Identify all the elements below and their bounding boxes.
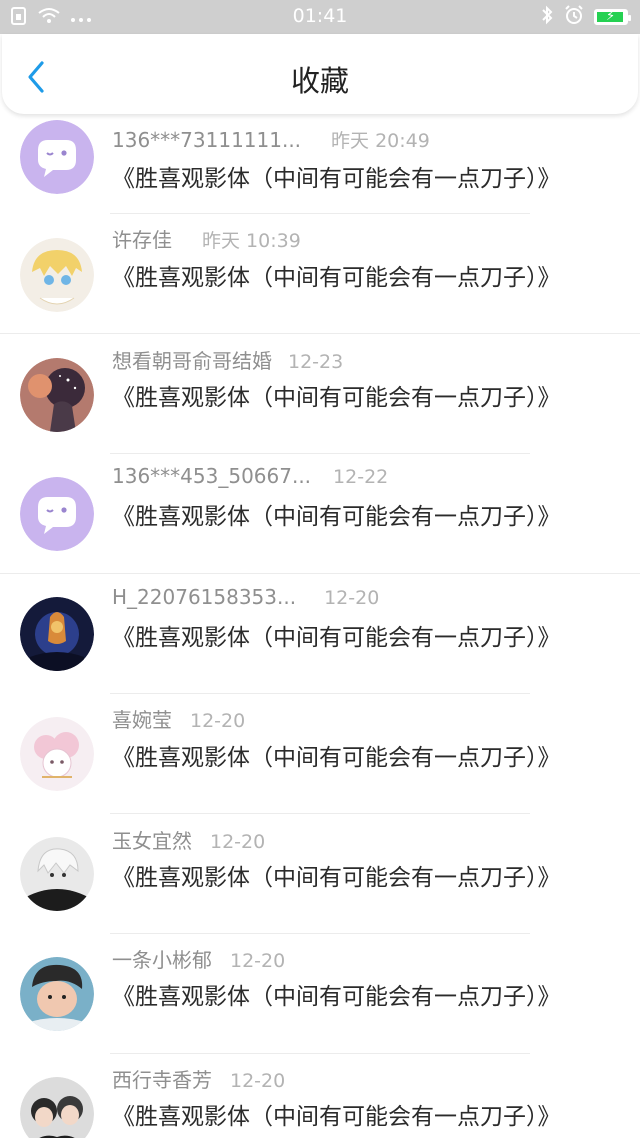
list-item[interactable]: 玉女宜然 12-20 《胜喜观影体（中间有可能会有一点刀子）》: [0, 814, 640, 934]
battery-icon: ⚡: [594, 9, 631, 25]
post-title: 《胜喜观影体（中间有可能会有一点刀子）》: [112, 504, 561, 530]
post-title: 《胜喜观影体（中间有可能会有一点刀子）》: [112, 166, 561, 192]
two-people-avatar-icon: [20, 1077, 94, 1138]
timestamp: 12-20: [324, 587, 380, 609]
boy-photo-avatar-icon: [20, 957, 94, 1031]
avatar[interactable]: [20, 837, 94, 911]
list-item[interactable]: H_22076158353... 12-20 《胜喜观影体（中间有可能会有一点刀…: [0, 574, 640, 694]
list-item[interactable]: 136***453_50667... 12-22 《胜喜观影体（中间有可能会有一…: [0, 454, 640, 574]
post-title: 《胜喜观影体（中间有可能会有一点刀子）》: [112, 265, 561, 291]
sender-name: 许存佳: [112, 228, 172, 252]
sender-name: 136***453_50667...: [112, 464, 312, 488]
post-title: 《胜喜观影体（中间有可能会有一点刀子）》: [112, 745, 561, 771]
post-title: 《胜喜观影体（中间有可能会有一点刀子）》: [112, 865, 561, 891]
timestamp: 12-20: [230, 1070, 286, 1092]
white-hair-avatar-icon: [20, 837, 94, 911]
list-item[interactable]: 想看朝哥俞哥结婚 12-23 《胜喜观影体（中间有可能会有一点刀子）》: [0, 334, 640, 454]
app-header: 收藏: [2, 34, 638, 114]
dark-night-avatar-icon: [20, 597, 94, 671]
sender-name: 一条小彬郁: [112, 948, 212, 972]
page-title: 收藏: [290, 64, 349, 98]
list-item[interactable]: 喜婉莹 12-20 《胜喜观影体（中间有可能会有一点刀子）》: [0, 694, 640, 814]
sender-name: H_22076158353...: [112, 585, 297, 609]
list-item[interactable]: 一条小彬郁 12-20 《胜喜观影体（中间有可能会有一点刀子）》: [0, 934, 640, 1054]
timestamp: 昨天 20:49: [331, 130, 430, 152]
list-item[interactable]: 西行寺香芳 12-20 《胜喜观影体（中间有可能会有一点刀子）》: [0, 1054, 640, 1138]
timestamp: 12-20: [230, 950, 286, 972]
sender-name: 136***73111111...: [112, 128, 302, 152]
avatar[interactable]: [20, 957, 94, 1031]
timestamp: 12-20: [190, 710, 246, 732]
pink-sheep-avatar-icon: [20, 717, 94, 791]
default-chat-avatar-icon: [20, 120, 94, 194]
avatar[interactable]: [20, 120, 94, 194]
post-title: 《胜喜观影体（中间有可能会有一点刀子）》: [112, 984, 561, 1010]
sender-name: 想看朝哥俞哥结婚: [112, 349, 272, 373]
timestamp: 12-22: [333, 466, 389, 488]
avatar[interactable]: [20, 717, 94, 791]
status-right-icons: ⚡: [540, 5, 631, 29]
anime-blonde-avatar-icon: [20, 238, 94, 312]
post-title: 《胜喜观影体（中间有可能会有一点刀子）》: [112, 1104, 561, 1130]
bluetooth-icon: [540, 5, 554, 29]
timestamp: 12-23: [288, 351, 344, 373]
timestamp: 12-20: [210, 831, 266, 853]
list-item[interactable]: 136***73111111... 昨天 20:49 《胜喜观影体（中间有可能会…: [0, 114, 640, 214]
timestamp: 昨天 10:39: [202, 230, 301, 252]
sender-name: 喜婉莹: [112, 708, 172, 732]
alarm-icon: [564, 5, 584, 29]
post-title: 《胜喜观影体（中间有可能会有一点刀子）》: [112, 625, 561, 651]
starry-photo-avatar-icon: [20, 358, 94, 432]
avatar[interactable]: [20, 477, 94, 551]
status-bar: 01:41 ⚡: [0, 0, 640, 34]
list-item[interactable]: 许存佳 昨天 10:39 《胜喜观影体（中间有可能会有一点刀子）》: [0, 214, 640, 334]
sender-name: 西行寺香芳: [112, 1068, 212, 1092]
avatar[interactable]: [20, 597, 94, 671]
favorites-list: 136***73111111... 昨天 20:49 《胜喜观影体（中间有可能会…: [0, 114, 640, 1138]
avatar[interactable]: [20, 1077, 94, 1138]
post-title: 《胜喜观影体（中间有可能会有一点刀子）》: [112, 385, 561, 411]
avatar[interactable]: [20, 238, 94, 312]
avatar[interactable]: [20, 358, 94, 432]
sender-name: 玉女宜然: [112, 829, 192, 853]
default-chat-avatar-icon: [20, 477, 94, 551]
